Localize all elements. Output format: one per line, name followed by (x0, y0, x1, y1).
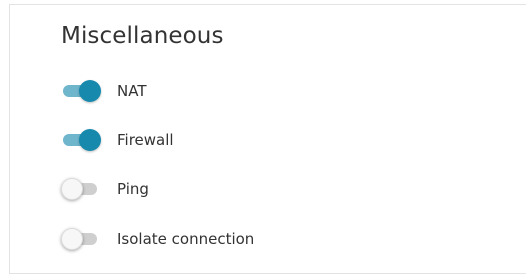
firewall-toggle-knob (79, 129, 101, 151)
isolate-connection-toggle[interactable] (61, 228, 101, 250)
ping-toggle-knob (61, 178, 83, 200)
toggle-row-ping: Ping (61, 177, 149, 201)
nat-toggle-knob (79, 80, 101, 102)
isolate-connection-toggle-label: Isolate connection (117, 230, 255, 248)
isolate-connection-toggle-knob (61, 228, 83, 250)
firewall-toggle[interactable] (61, 129, 101, 151)
toggle-row-isolate-connection: Isolate connection (61, 227, 254, 251)
firewall-toggle-label: Firewall (117, 131, 174, 149)
nat-toggle[interactable] (61, 80, 101, 102)
miscellaneous-panel: Miscellaneous NAT Firewall Ping Isolate … (9, 4, 526, 274)
toggle-row-firewall: Firewall (61, 128, 174, 152)
toggle-row-nat: NAT (61, 79, 146, 103)
ping-toggle[interactable] (61, 178, 101, 200)
nat-toggle-label: NAT (117, 82, 147, 100)
section-title: Miscellaneous (61, 23, 224, 49)
ping-toggle-label: Ping (117, 180, 149, 198)
